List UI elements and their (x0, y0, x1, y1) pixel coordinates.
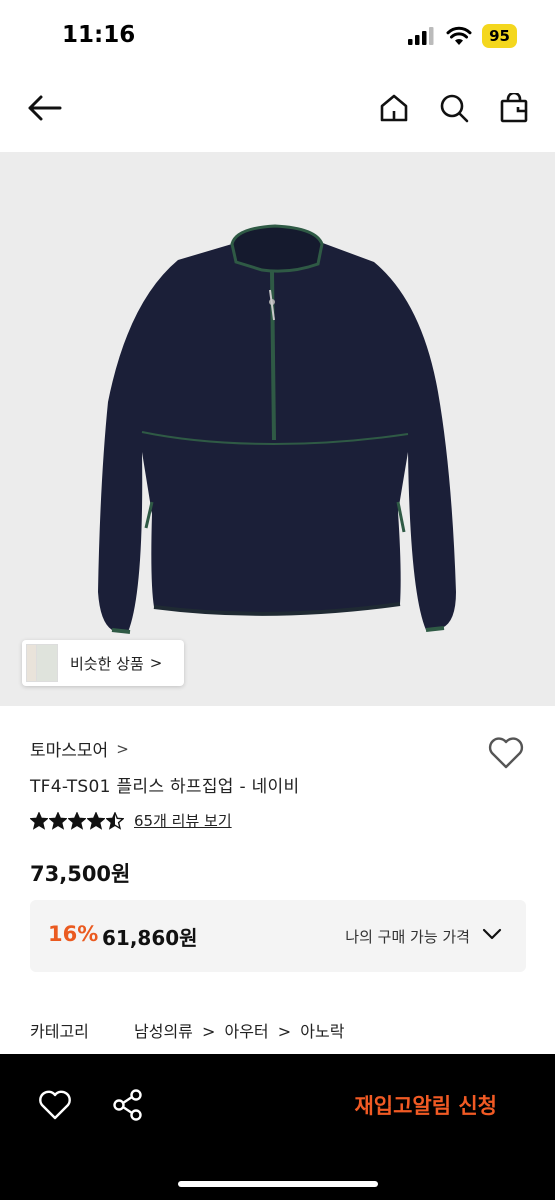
signal-icon (408, 27, 434, 45)
rating-row: 65개 리뷰 보기 (30, 810, 232, 831)
wishlist-button[interactable] (487, 734, 525, 772)
arrow-left-icon (28, 95, 62, 121)
category-item[interactable]: 남성의류 (134, 1022, 193, 1041)
similar-products-label: 비슷한 상품 (70, 654, 144, 673)
chevron-right-icon: > (116, 739, 129, 758)
similar-thumbnail (36, 644, 58, 682)
bottom-wishlist-button[interactable] (36, 1086, 74, 1124)
home-button[interactable] (374, 88, 414, 128)
fleece-jacket-image (98, 224, 456, 634)
discount-rate: 16% (48, 922, 99, 946)
star-icon (106, 811, 124, 830)
similar-products-button[interactable]: 비슷한 상품 > (22, 640, 184, 686)
restock-alert-button[interactable]: 재입고알림 신청 (354, 1090, 497, 1120)
star-icon (49, 811, 67, 830)
brand-link[interactable]: 토마스모어 > (30, 736, 129, 762)
shopping-bag-icon (500, 93, 528, 123)
heart-icon (39, 1090, 71, 1120)
star-icon (30, 811, 48, 830)
product-image[interactable]: 비슷한 상품 > (0, 152, 555, 706)
wifi-icon (446, 26, 472, 45)
heart-icon (488, 737, 524, 769)
sale-price: 61,860원 (102, 926, 198, 950)
brand-name: 토마스모어 (30, 741, 109, 761)
home-icon (380, 94, 408, 122)
chevron-right-icon: > (277, 1022, 292, 1041)
back-button[interactable] (24, 88, 64, 128)
top-nav (0, 80, 555, 142)
star-icon (68, 811, 86, 830)
category-row: 카테고리 남성의류 > 아우터 > 아노락 (30, 1018, 348, 1042)
share-icon (113, 1089, 142, 1121)
similar-thumbnails (24, 640, 62, 686)
search-icon (440, 94, 469, 123)
cart-button[interactable] (494, 88, 534, 128)
status-bar: 11:16 95 (0, 0, 555, 72)
my-price-box[interactable]: 16% 61,860원 나의 구매 가능 가격 (30, 900, 526, 972)
home-indicator (178, 1181, 378, 1187)
chevron-right-icon: > (149, 654, 163, 672)
bottom-action-bar: 재입고알림 신청 (0, 1054, 555, 1200)
star-icon (87, 811, 105, 830)
original-price: 73,500원 (30, 862, 131, 886)
status-icons: 95 (408, 24, 517, 48)
category-item[interactable]: 아노락 (300, 1022, 344, 1041)
category-item[interactable]: 아우터 (224, 1022, 268, 1041)
review-link[interactable]: 65개 리뷰 보기 (134, 810, 232, 831)
status-time: 11:16 (62, 22, 136, 48)
category-breadcrumb: 남성의류 > 아우터 > 아노락 (134, 1018, 348, 1042)
chevron-down-icon (482, 928, 502, 940)
search-button[interactable] (434, 88, 474, 128)
chevron-right-icon: > (201, 1022, 216, 1041)
share-button[interactable] (110, 1086, 146, 1124)
battery-badge: 95 (482, 24, 517, 48)
my-price-label: 나의 구매 가능 가격 (345, 928, 470, 946)
star-rating (30, 811, 124, 830)
product-name: TF4-TS01 플리스 하프집업 - 네이비 (30, 777, 300, 797)
category-label: 카테고리 (30, 1022, 89, 1041)
